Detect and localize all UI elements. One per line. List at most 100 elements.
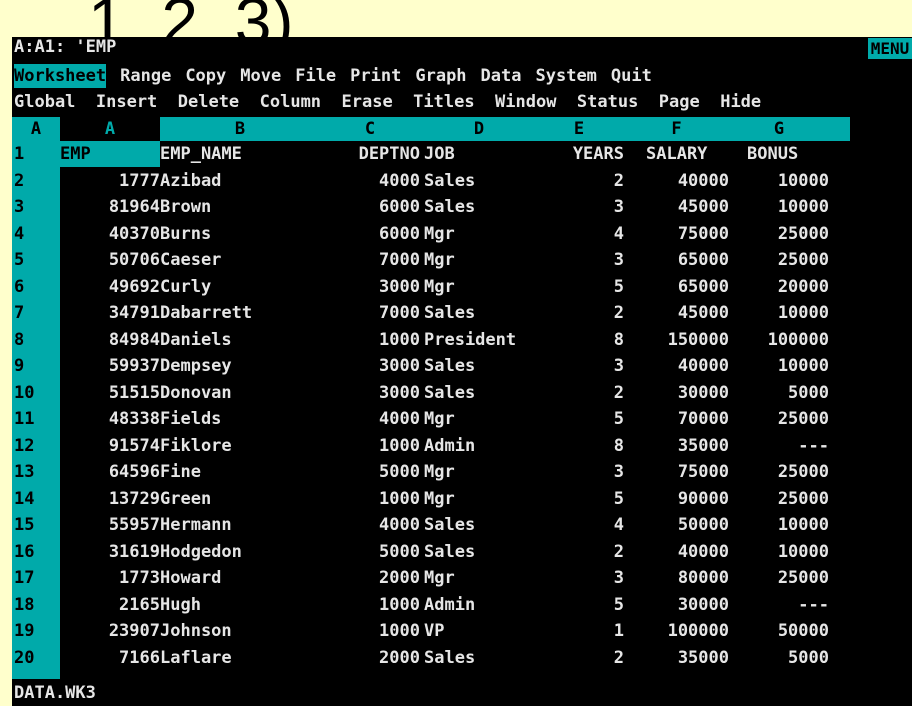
cell-e2[interactable]: 2: [534, 168, 624, 194]
cell-b1[interactable]: EMP_NAME: [160, 141, 320, 167]
cell-e17[interactable]: 3: [534, 565, 624, 591]
column-header-b[interactable]: B: [160, 117, 320, 141]
cell-d18[interactable]: Admin: [424, 592, 534, 618]
cell-b18[interactable]: Hugh: [160, 592, 320, 618]
cell-b15[interactable]: Hermann: [160, 512, 320, 538]
cell-f20[interactable]: 35000: [624, 645, 729, 671]
cell-b4[interactable]: Burns: [160, 221, 320, 247]
cell-c2[interactable]: 4000: [320, 168, 420, 194]
cell-f2[interactable]: 40000: [624, 168, 729, 194]
cell-a6[interactable]: 49692: [60, 274, 160, 300]
cell-f13[interactable]: 75000: [624, 459, 729, 485]
cell-b2[interactable]: Azibad: [160, 168, 320, 194]
cell-c18[interactable]: 1000: [320, 592, 420, 618]
cell-c8[interactable]: 1000: [320, 327, 420, 353]
cell-a1[interactable]: EMP: [60, 141, 160, 167]
cell-c19[interactable]: 1000: [320, 618, 420, 644]
cell-e4[interactable]: 4: [534, 221, 624, 247]
cell-c7[interactable]: 7000: [320, 300, 420, 326]
cell-d4[interactable]: Mgr: [424, 221, 534, 247]
cell-g5[interactable]: 25000: [729, 247, 829, 273]
cell-c20[interactable]: 2000: [320, 645, 420, 671]
cell-a12[interactable]: 91574: [60, 433, 160, 459]
cell-c9[interactable]: 3000: [320, 353, 420, 379]
cell-c4[interactable]: 6000: [320, 221, 420, 247]
menu-item-data[interactable]: Data: [481, 64, 522, 88]
row-header-15[interactable]: 15: [14, 512, 34, 538]
cell-c16[interactable]: 5000: [320, 539, 420, 565]
cell-e18[interactable]: 5: [534, 592, 624, 618]
cell-g7[interactable]: 10000: [729, 300, 829, 326]
row-header-20[interactable]: 20: [14, 645, 34, 671]
cell-e5[interactable]: 3: [534, 247, 624, 273]
cell-f17[interactable]: 80000: [624, 565, 729, 591]
cell-c12[interactable]: 1000: [320, 433, 420, 459]
row-header-17[interactable]: 17: [14, 565, 34, 591]
cell-e16[interactable]: 2: [534, 539, 624, 565]
cell-a17[interactable]: 1773: [60, 565, 160, 591]
cell-a13[interactable]: 64596: [60, 459, 160, 485]
row-header-5[interactable]: 5: [14, 247, 24, 273]
cell-g19[interactable]: 50000: [729, 618, 829, 644]
cell-d6[interactable]: Mgr: [424, 274, 534, 300]
cell-a8[interactable]: 84984: [60, 327, 160, 353]
cell-b10[interactable]: Donovan: [160, 380, 320, 406]
cell-g16[interactable]: 10000: [729, 539, 829, 565]
column-header-e[interactable]: E: [534, 117, 624, 141]
cell-e6[interactable]: 5: [534, 274, 624, 300]
column-header-f[interactable]: F: [624, 117, 729, 141]
cell-d3[interactable]: Sales: [424, 194, 534, 220]
menu-item-graph[interactable]: Graph: [415, 64, 466, 88]
column-header-c[interactable]: C: [320, 117, 420, 141]
row-header-19[interactable]: 19: [14, 618, 34, 644]
cell-b19[interactable]: Johnson: [160, 618, 320, 644]
cell-f6[interactable]: 65000: [624, 274, 729, 300]
cell-d2[interactable]: Sales: [424, 168, 534, 194]
cell-c3[interactable]: 6000: [320, 194, 420, 220]
cell-f12[interactable]: 35000: [624, 433, 729, 459]
row-header-6[interactable]: 6: [14, 274, 24, 300]
cell-b17[interactable]: Howard: [160, 565, 320, 591]
cell-d1[interactable]: JOB: [424, 141, 534, 167]
cell-c5[interactable]: 7000: [320, 247, 420, 273]
cell-a4[interactable]: 40370: [60, 221, 160, 247]
cell-e7[interactable]: 2: [534, 300, 624, 326]
cell-f5[interactable]: 65000: [624, 247, 729, 273]
row-header-2[interactable]: 2: [14, 168, 24, 194]
cell-g11[interactable]: 25000: [729, 406, 829, 432]
cell-b13[interactable]: Fine: [160, 459, 320, 485]
cell-g20[interactable]: 5000: [729, 645, 829, 671]
cell-f8[interactable]: 150000: [624, 327, 729, 353]
cell-g10[interactable]: 5000: [729, 380, 829, 406]
cell-c13[interactable]: 5000: [320, 459, 420, 485]
cell-a15[interactable]: 55957: [60, 512, 160, 538]
cell-f9[interactable]: 40000: [624, 353, 729, 379]
cell-a14[interactable]: 13729: [60, 486, 160, 512]
row-header-11[interactable]: 11: [14, 406, 34, 432]
cell-b8[interactable]: Daniels: [160, 327, 320, 353]
cell-g17[interactable]: 25000: [729, 565, 829, 591]
cell-b11[interactable]: Fields: [160, 406, 320, 432]
cell-c17[interactable]: 2000: [320, 565, 420, 591]
cell-g14[interactable]: 25000: [729, 486, 829, 512]
cell-d20[interactable]: Sales: [424, 645, 534, 671]
menu-item-worksheet[interactable]: Worksheet: [14, 64, 107, 88]
row-header-9[interactable]: 9: [14, 353, 24, 379]
cell-g6[interactable]: 20000: [729, 274, 829, 300]
cell-e8[interactable]: 8: [534, 327, 624, 353]
cell-d7[interactable]: Sales: [424, 300, 534, 326]
column-header-d[interactable]: D: [424, 117, 534, 141]
cell-d14[interactable]: Mgr: [424, 486, 534, 512]
row-header-3[interactable]: 3: [14, 194, 24, 220]
cell-a2[interactable]: 1777: [60, 168, 160, 194]
menu-item-copy[interactable]: Copy: [185, 64, 226, 88]
cell-a16[interactable]: 31619: [60, 539, 160, 565]
cell-e11[interactable]: 5: [534, 406, 624, 432]
menu-item-range[interactable]: Range: [120, 64, 171, 88]
cell-d19[interactable]: VP: [424, 618, 534, 644]
row-header-18[interactable]: 18: [14, 592, 34, 618]
cell-a19[interactable]: 23907: [60, 618, 160, 644]
cell-e14[interactable]: 5: [534, 486, 624, 512]
cell-b5[interactable]: Caeser: [160, 247, 320, 273]
cell-c11[interactable]: 4000: [320, 406, 420, 432]
